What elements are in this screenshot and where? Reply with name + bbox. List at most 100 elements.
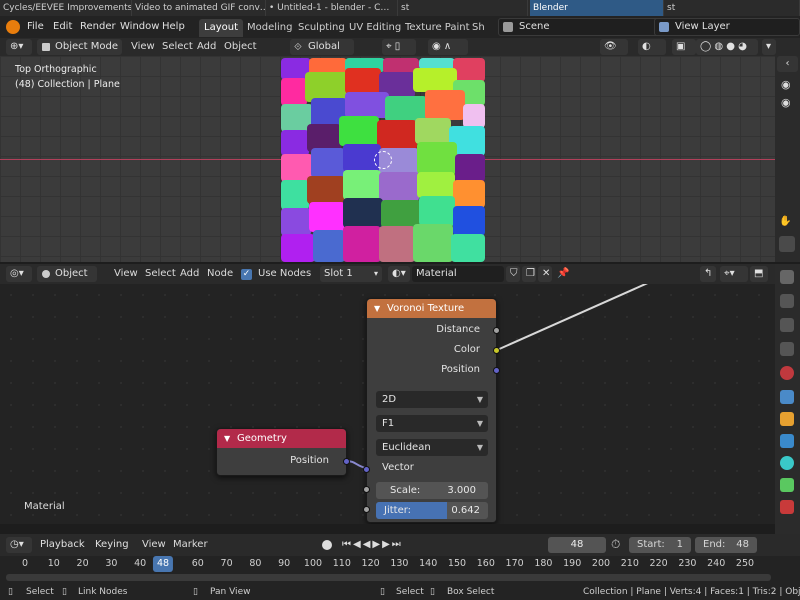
snap-toggle[interactable]: ⌖ ▯ — [382, 39, 416, 55]
tab-shading[interactable]: Sh — [467, 19, 490, 37]
preview-range-clock-icon[interactable]: ⏱ — [611, 537, 620, 552]
fake-user-shield-icon[interactable]: ⛉ — [506, 266, 520, 282]
browser-tab[interactable]: • Untitled-1 - blender - C… — [266, 0, 398, 16]
browser-tab[interactable]: Video to animated GIF conv… — [132, 0, 266, 16]
material-name-field[interactable]: Material — [412, 266, 504, 282]
jitter-slider[interactable]: Jitter: 0.642 — [376, 502, 488, 519]
gizmo-toggle[interactable]: ◐ — [638, 39, 666, 55]
feature-dropdown[interactable]: F1 ▼ — [376, 415, 488, 432]
menu-select[interactable]: Select — [162, 38, 193, 56]
shading-options-button[interactable]: ▾ — [762, 39, 776, 55]
menu-file[interactable]: File — [27, 16, 44, 38]
parent-node-tree-icon[interactable]: ↰ — [700, 266, 716, 282]
orientation-selector[interactable]: ⟐ Global — [290, 39, 354, 55]
menu-window[interactable]: Window — [120, 16, 159, 38]
blender-logo-icon[interactable] — [6, 20, 20, 34]
menu-node[interactable]: Node — [207, 265, 233, 283]
voronoi-texture-node[interactable]: ▼ Voronoi Texture Distance Color Positio… — [363, 298, 500, 523]
physics-properties-icon[interactable] — [780, 478, 794, 492]
record-button[interactable] — [322, 540, 332, 550]
distance-output-socket[interactable] — [493, 327, 500, 334]
modifier-properties-icon[interactable] — [780, 434, 794, 448]
shading-mode-buttons[interactable]: ◯ ◍ ● ◕ — [696, 39, 758, 55]
menu-add[interactable]: Add — [197, 38, 216, 56]
browser-tab-active[interactable]: Blender — [530, 0, 664, 16]
render-eye-icon[interactable]: ◉ — [781, 96, 791, 109]
editor-type-button[interactable]: ◎▾ — [6, 266, 32, 282]
position-output-socket[interactable] — [493, 367, 500, 374]
xray-toggle[interactable]: ▣ — [672, 39, 696, 55]
pin-icon[interactable]: 📌 — [557, 265, 569, 283]
timeline-scrollbar[interactable] — [6, 574, 771, 581]
hand-pan-icon[interactable]: ✋ — [779, 216, 795, 232]
view-layer-properties-icon[interactable] — [780, 342, 794, 356]
mode-selector[interactable]: Object Mode — [37, 39, 122, 55]
node-editor-canvas[interactable]: ▼ Voronoi Texture Distance Color Positio… — [0, 284, 775, 524]
geometry-position-socket[interactable] — [343, 458, 350, 465]
start-frame-field[interactable]: Start: 1 — [629, 537, 691, 553]
object-properties-icon[interactable] — [780, 412, 794, 426]
vector-input-socket[interactable] — [363, 466, 370, 473]
tab-layout[interactable]: Layout — [199, 19, 243, 37]
visibility-eye-icon[interactable]: ◉ — [781, 78, 791, 91]
snap-node-icon[interactable]: ⌖▾ — [720, 266, 748, 282]
collapse-arrow-icon[interactable]: ‹ — [777, 56, 798, 72]
menu-edit[interactable]: Edit — [53, 16, 72, 38]
color-output-socket[interactable] — [493, 347, 500, 354]
browser-tab[interactable]: st — [398, 0, 528, 16]
browser-tab[interactable]: st — [664, 0, 800, 16]
collapse-chevron-icon[interactable]: ▼ — [374, 299, 380, 318]
scene-selector[interactable]: Scene — [498, 18, 664, 36]
shader-type-selector[interactable]: Object — [37, 266, 97, 282]
collapse-chevron-icon[interactable]: ▼ — [224, 429, 230, 448]
menu-playback[interactable]: Playback ▾ — [36, 537, 88, 566]
geometry-node[interactable]: ▼ Geometry Position — [216, 428, 350, 476]
geometry-node-header[interactable]: ▼ Geometry — [217, 429, 346, 448]
3d-viewport[interactable]: Top Orthographic (48) Collection | Plane — [0, 56, 775, 262]
particles-properties-icon[interactable] — [780, 456, 794, 470]
current-frame-field[interactable]: 48 — [548, 537, 606, 553]
transform-tools-button[interactable]: ⊕▾ — [6, 39, 32, 55]
menu-add[interactable]: Add — [180, 265, 199, 283]
current-frame-indicator[interactable]: 48 — [152, 556, 174, 572]
menu-view[interactable]: View — [142, 536, 166, 554]
tab-modeling[interactable]: Modeling — [242, 19, 298, 37]
playback-controls[interactable]: ⏮◀◀▶▶⏭ — [342, 537, 403, 553]
menu-keying[interactable]: Keying ▾ — [91, 537, 135, 566]
unlink-material-close-icon[interactable]: ✕ — [538, 266, 552, 282]
menu-view[interactable]: View — [114, 265, 138, 283]
proportional-editing-toggle[interactable]: ◉ ∧ — [428, 39, 468, 55]
material-browse-button[interactable]: ◐▾ — [388, 266, 410, 282]
use-nodes-checkbox[interactable]: ✓ — [241, 269, 252, 280]
tab-texture-paint[interactable]: Texture Paint — [400, 19, 475, 37]
material-properties-icon[interactable] — [780, 500, 794, 514]
menu-object[interactable]: Object — [224, 38, 257, 56]
tool-settings-icon[interactable] — [780, 270, 794, 284]
end-frame-field[interactable]: End: 48 — [695, 537, 757, 553]
duplicate-material-icon[interactable]: ❐ — [522, 266, 536, 282]
view-layer-selector[interactable]: View Layer — [654, 18, 800, 36]
menu-help[interactable]: Help — [162, 16, 185, 38]
dimensions-dropdown[interactable]: 2D ▼ — [376, 391, 488, 408]
world-properties-icon[interactable] — [780, 390, 794, 404]
visibility-toggle[interactable]: 👁 — [600, 39, 628, 55]
3d-cursor-icon[interactable] — [374, 151, 392, 169]
scale-field[interactable]: Scale: 3.000 — [376, 482, 488, 499]
menu-view[interactable]: View — [131, 38, 155, 56]
snapping-mode-icon[interactable]: ⬒ — [750, 266, 768, 282]
tab-uv-editing[interactable]: UV Editing — [344, 19, 406, 37]
tab-sculpting[interactable]: Sculpting — [293, 19, 350, 37]
camera-view-icon[interactable] — [779, 236, 795, 252]
slot-selector[interactable]: Slot 1 ▾ — [320, 266, 382, 282]
jitter-input-socket[interactable] — [363, 506, 370, 513]
menu-marker[interactable]: Marker — [173, 536, 208, 554]
menu-select[interactable]: Select — [145, 265, 176, 283]
menu-render[interactable]: Render — [80, 16, 116, 38]
scene-properties-icon[interactable] — [780, 366, 794, 380]
render-properties-icon[interactable] — [780, 294, 794, 308]
distance-metric-dropdown[interactable]: Euclidean ▼ — [376, 439, 488, 456]
scale-input-socket[interactable] — [363, 486, 370, 493]
timeline-editor-type-button[interactable]: ◷▾ — [6, 537, 32, 553]
voronoi-node-header[interactable]: ▼ Voronoi Texture — [367, 299, 496, 318]
output-properties-icon[interactable] — [780, 318, 794, 332]
